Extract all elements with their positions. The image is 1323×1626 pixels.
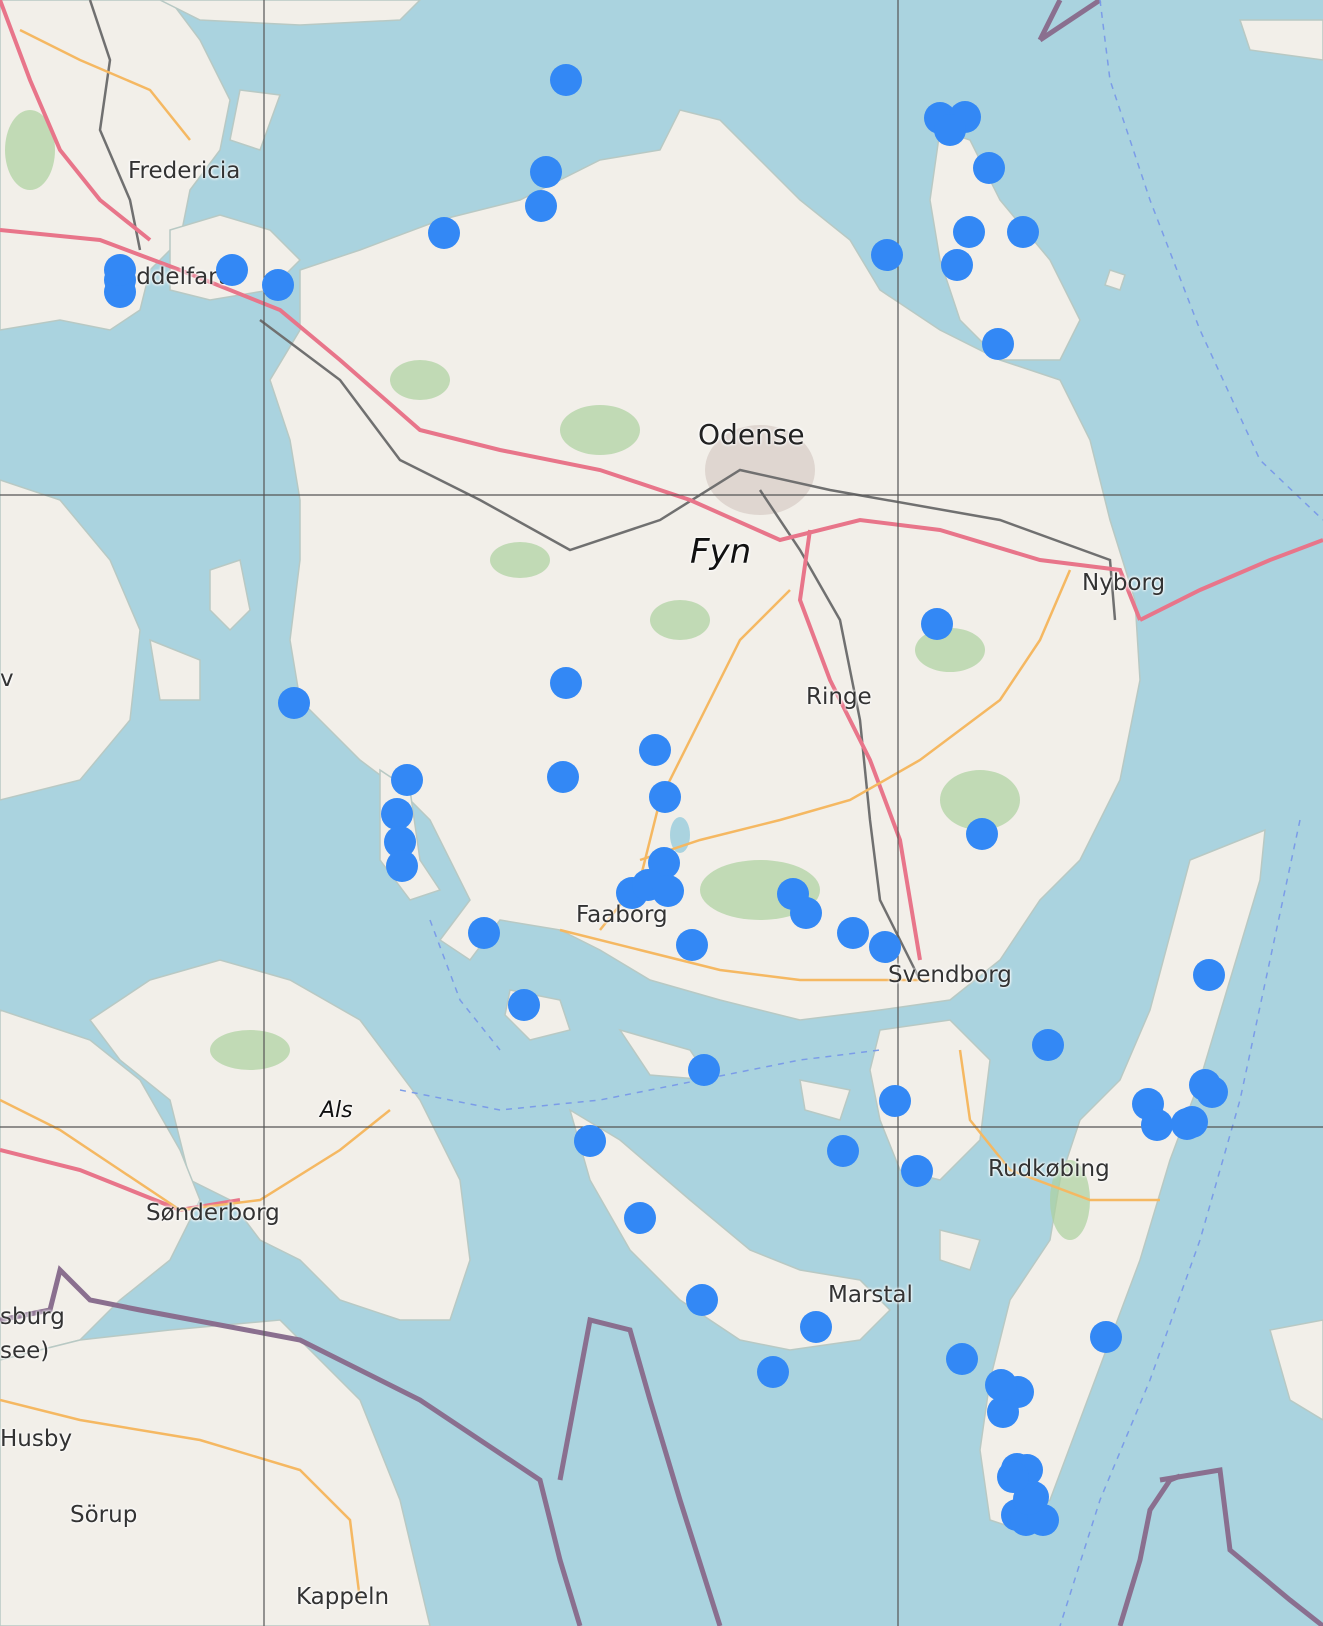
- map-marker[interactable]: [550, 667, 582, 699]
- map-marker[interactable]: [1171, 1108, 1203, 1140]
- map-marker[interactable]: [624, 1202, 656, 1234]
- map-marker[interactable]: [391, 764, 423, 796]
- map-marker[interactable]: [530, 156, 562, 188]
- place-label-rudkobing: Rudkøbing: [988, 1156, 1110, 1182]
- place-label-sonderborg: Sønderborg: [146, 1200, 280, 1226]
- map-marker[interactable]: [1141, 1109, 1173, 1141]
- map-marker[interactable]: [879, 1085, 911, 1117]
- map-marker[interactable]: [985, 1369, 1017, 1401]
- map-marker[interactable]: [262, 269, 294, 301]
- map-marker[interactable]: [997, 1461, 1029, 1493]
- map-marker[interactable]: [982, 328, 1014, 360]
- map-marker[interactable]: [104, 254, 136, 286]
- place-label-flensburg-see-fragment: see): [0, 1338, 50, 1364]
- map-marker[interactable]: [525, 190, 557, 222]
- place-label-odense: Odense: [698, 418, 805, 451]
- map-marker[interactable]: [1032, 1029, 1064, 1061]
- map-marker[interactable]: [941, 249, 973, 281]
- place-label-kappeln: Kappeln: [296, 1584, 390, 1610]
- map-marker[interactable]: [428, 217, 460, 249]
- place-label-als: Als: [320, 1098, 353, 1123]
- map-marker[interactable]: [639, 734, 671, 766]
- map-marker[interactable]: [386, 850, 418, 882]
- map-marker[interactable]: [508, 989, 540, 1021]
- map-marker[interactable]: [871, 239, 903, 271]
- place-label-husby: Husby: [0, 1426, 73, 1452]
- map-marker[interactable]: [278, 687, 310, 719]
- map-marker[interactable]: [953, 216, 985, 248]
- map-marker[interactable]: [468, 917, 500, 949]
- basemap: [0, 0, 1323, 1626]
- map-marker[interactable]: [934, 114, 966, 146]
- place-label-ringe: Ringe: [806, 684, 872, 710]
- map-marker[interactable]: [676, 929, 708, 961]
- place-label-nyborg: Nyborg: [1082, 570, 1166, 596]
- map-marker[interactable]: [827, 1135, 859, 1167]
- map-marker[interactable]: [790, 897, 822, 929]
- map-marker[interactable]: [216, 254, 248, 286]
- map-marker[interactable]: [946, 1343, 978, 1375]
- map-marker[interactable]: [1090, 1321, 1122, 1353]
- map-marker[interactable]: [649, 781, 681, 813]
- place-label-marstal: Marstal: [828, 1282, 913, 1308]
- place-label-svendborg: Svendborg: [888, 962, 1012, 988]
- map-marker[interactable]: [550, 64, 582, 96]
- map-view[interactable]: Fredericia Middelfart Odense Fyn Nyborg Ringe…: [0, 0, 1323, 1626]
- map-marker[interactable]: [547, 761, 579, 793]
- map-marker[interactable]: [800, 1311, 832, 1343]
- map-marker[interactable]: [688, 1054, 720, 1086]
- place-label-fyn: Fyn: [690, 532, 752, 572]
- map-marker[interactable]: [1196, 1076, 1228, 1108]
- map-marker[interactable]: [973, 152, 1005, 184]
- map-marker[interactable]: [921, 608, 953, 640]
- place-label-flensburg-fragment: sburg: [0, 1304, 65, 1330]
- map-marker[interactable]: [574, 1125, 606, 1157]
- map-marker[interactable]: [901, 1155, 933, 1187]
- map-marker[interactable]: [966, 818, 998, 850]
- map-marker[interactable]: [757, 1356, 789, 1388]
- map-marker[interactable]: [837, 917, 869, 949]
- place-label-west-edge-fragment: v: [0, 666, 14, 692]
- place-label-fredericia: Fredericia: [128, 158, 241, 184]
- place-label-sorup: Sörup: [70, 1502, 138, 1528]
- map-marker[interactable]: [686, 1284, 718, 1316]
- map-marker[interactable]: [1007, 216, 1039, 248]
- map-marker[interactable]: [652, 875, 684, 907]
- map-marker[interactable]: [869, 931, 901, 963]
- map-marker[interactable]: [1193, 959, 1225, 991]
